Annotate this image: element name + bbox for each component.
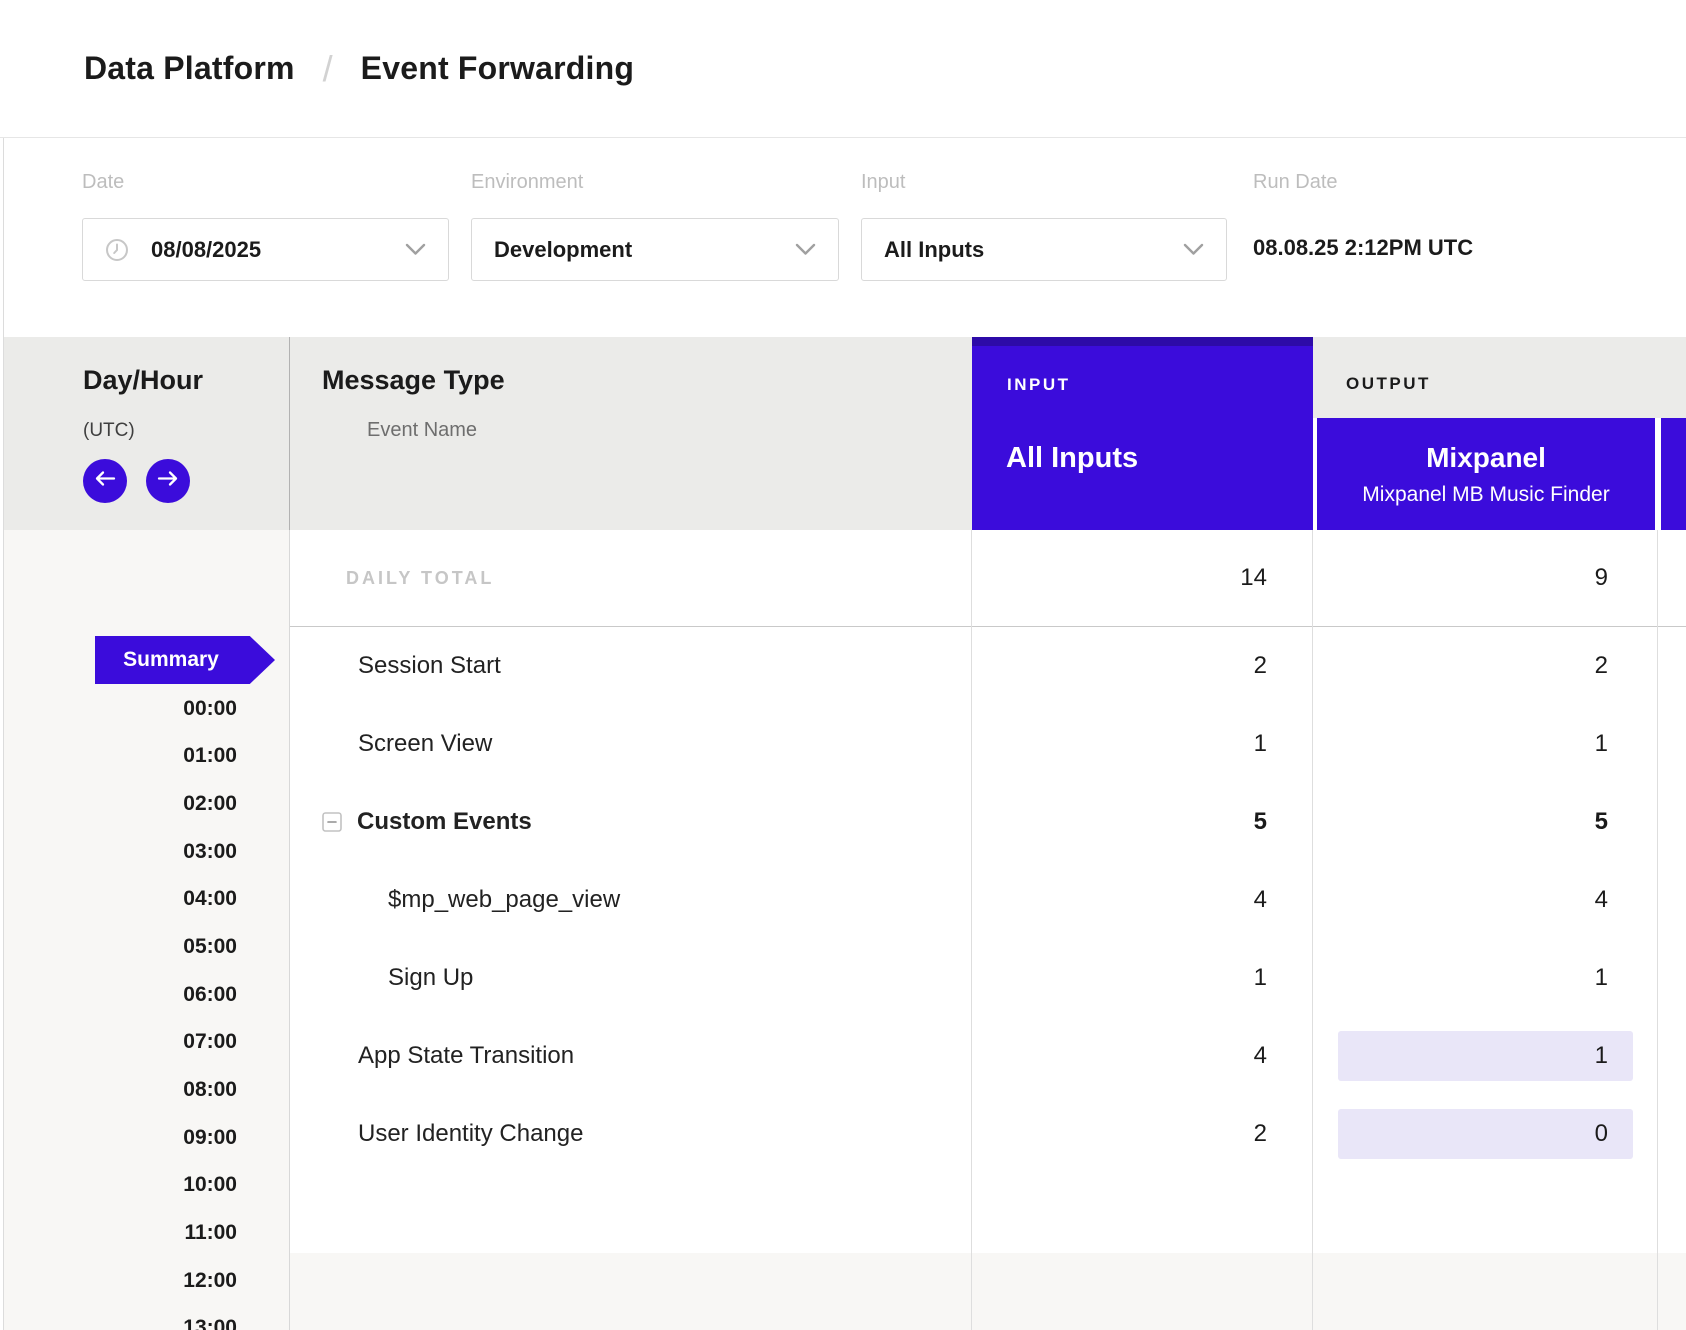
output-count: 4 — [1313, 861, 1608, 939]
column-gap — [1313, 418, 1317, 530]
table-footer-area — [290, 1253, 1686, 1330]
input-dropdown[interactable]: All Inputs — [861, 218, 1227, 281]
event-name: Sign Up — [388, 939, 473, 1017]
table-row: App State Transition 4 1 — [290, 1017, 1686, 1095]
hour-label[interactable]: 06:00 — [4, 971, 237, 1019]
hour-label[interactable]: 08:00 — [4, 1066, 237, 1114]
hour-label[interactable]: 02:00 — [4, 780, 237, 828]
date-filter-label: Date — [82, 171, 124, 194]
date-dropdown[interactable]: 08/08/2025 — [82, 218, 449, 281]
output-column-label: OUTPUT — [1346, 374, 1431, 394]
hour-label[interactable]: 07:00 — [4, 1019, 237, 1067]
hour-label[interactable]: 05:00 — [4, 923, 237, 971]
hour-label[interactable]: 00:00 — [4, 685, 237, 733]
day-hour-timezone: (UTC) — [83, 420, 135, 442]
date-value: 08/08/2025 — [151, 237, 261, 263]
highlighted-output-cell[interactable]: 0 — [1338, 1109, 1633, 1159]
clock-icon — [105, 238, 129, 262]
hour-label[interactable]: 13:00 — [4, 1305, 237, 1330]
output-column-header[interactable]: Mixpanel Mixpanel MB Music Finder — [1317, 418, 1655, 530]
output-count: 5 — [1313, 783, 1608, 861]
right-arrow-icon — [156, 470, 180, 492]
output-subtitle: Mixpanel MB Music Finder — [1362, 483, 1609, 507]
output-count: 1 — [1595, 1042, 1608, 1070]
table-row: User Identity Change 2 0 — [290, 1095, 1686, 1173]
event-name: Custom Events — [357, 783, 532, 861]
top-bar: Data Platform / Event Forwarding — [0, 0, 1686, 138]
output-count: 1 — [1313, 939, 1608, 1017]
hour-label[interactable]: 01:00 — [4, 733, 237, 781]
daily-total-label: DAILY TOTAL — [346, 530, 494, 626]
daily-total-input-value: 14 — [972, 530, 1267, 626]
event-name: App State Transition — [358, 1017, 574, 1095]
left-arrow-icon — [93, 470, 117, 492]
table-row: Screen View 11 — [290, 705, 1686, 783]
column-gap — [1655, 418, 1661, 530]
output-count: 0 — [1595, 1120, 1608, 1148]
highlighted-output-cell[interactable]: 1 — [1338, 1031, 1633, 1081]
hour-label[interactable]: 10:00 — [4, 1162, 237, 1210]
breadcrumb-section[interactable]: Data Platform — [84, 50, 295, 87]
run-date-label: Run Date — [1253, 171, 1338, 194]
daily-total-output-value: 9 — [1313, 530, 1608, 626]
next-day-button[interactable] — [146, 459, 190, 503]
sidebar-divider — [289, 530, 290, 1330]
summary-tab[interactable]: Summary — [95, 636, 275, 684]
input-count: 2 — [972, 627, 1267, 705]
input-filter-label: Input — [861, 171, 905, 194]
daily-total-row: DAILY TOTAL 14 9 — [290, 530, 1686, 627]
output-name: Mixpanel — [1426, 442, 1546, 474]
output-count: 2 — [1313, 627, 1608, 705]
sidebar-divider — [289, 337, 290, 530]
output-count: 1 — [1313, 705, 1608, 783]
table-row: $mp_web_page_view 44 — [290, 861, 1686, 939]
table-row: Sign Up 11 — [290, 939, 1686, 1017]
event-name: Session Start — [358, 627, 501, 705]
event-rows: Session Start22Screen View11Custom Event… — [290, 627, 1686, 1173]
next-output-column-partial[interactable] — [1661, 418, 1686, 530]
input-column-header[interactable]: INPUT All Inputs — [972, 337, 1313, 530]
hour-list: 00:0001:0002:0003:0004:0005:0006:0007:00… — [4, 685, 237, 1330]
event-forwarding-page: Data Platform / Event Forwarding Date 08… — [0, 0, 1686, 1330]
filter-bar: Date 08/08/2025 Environment Development … — [0, 138, 1686, 337]
collapse-minus-icon[interactable] — [322, 812, 342, 832]
input-count: 1 — [972, 939, 1267, 1017]
column-divider — [1312, 530, 1313, 1330]
chevron-down-icon — [405, 243, 426, 256]
message-type-header: Message Type — [322, 365, 505, 396]
environment-dropdown[interactable]: Development — [471, 218, 839, 281]
table-row: Custom Events 55 — [290, 783, 1686, 861]
event-name: $mp_web_page_view — [388, 861, 620, 939]
page-title: Event Forwarding — [361, 50, 634, 87]
previous-day-button[interactable] — [83, 459, 127, 503]
event-name: User Identity Change — [358, 1095, 583, 1173]
day-hour-header: Day/Hour — [83, 365, 203, 396]
input-count: 4 — [972, 861, 1267, 939]
hour-label[interactable]: 09:00 — [4, 1114, 237, 1162]
input-count: 4 — [972, 1017, 1267, 1095]
event-name-subheader: Event Name — [367, 419, 477, 442]
run-date-value: 08.08.25 2:12PM UTC — [1253, 235, 1473, 261]
input-column-label: INPUT — [1007, 375, 1071, 395]
hour-label[interactable]: 04:00 — [4, 876, 237, 924]
hour-label[interactable]: 11:00 — [4, 1209, 237, 1257]
chevron-down-icon — [795, 243, 816, 256]
input-count: 5 — [972, 783, 1267, 861]
hour-label[interactable]: 03:00 — [4, 828, 237, 876]
input-filter-value: All Inputs — [884, 237, 984, 263]
chevron-down-icon — [1183, 243, 1204, 256]
input-column-name: All Inputs — [1006, 442, 1138, 475]
column-divider — [1657, 530, 1658, 1330]
environment-filter-label: Environment — [471, 171, 583, 194]
breadcrumb-separator: / — [323, 48, 333, 90]
column-divider — [971, 530, 972, 1330]
environment-value: Development — [494, 237, 632, 263]
hour-label[interactable]: 12:00 — [4, 1257, 237, 1305]
input-count: 2 — [972, 1095, 1267, 1173]
input-count: 1 — [972, 705, 1267, 783]
table-row: Session Start 22 — [290, 627, 1686, 705]
event-name: Screen View — [358, 705, 492, 783]
